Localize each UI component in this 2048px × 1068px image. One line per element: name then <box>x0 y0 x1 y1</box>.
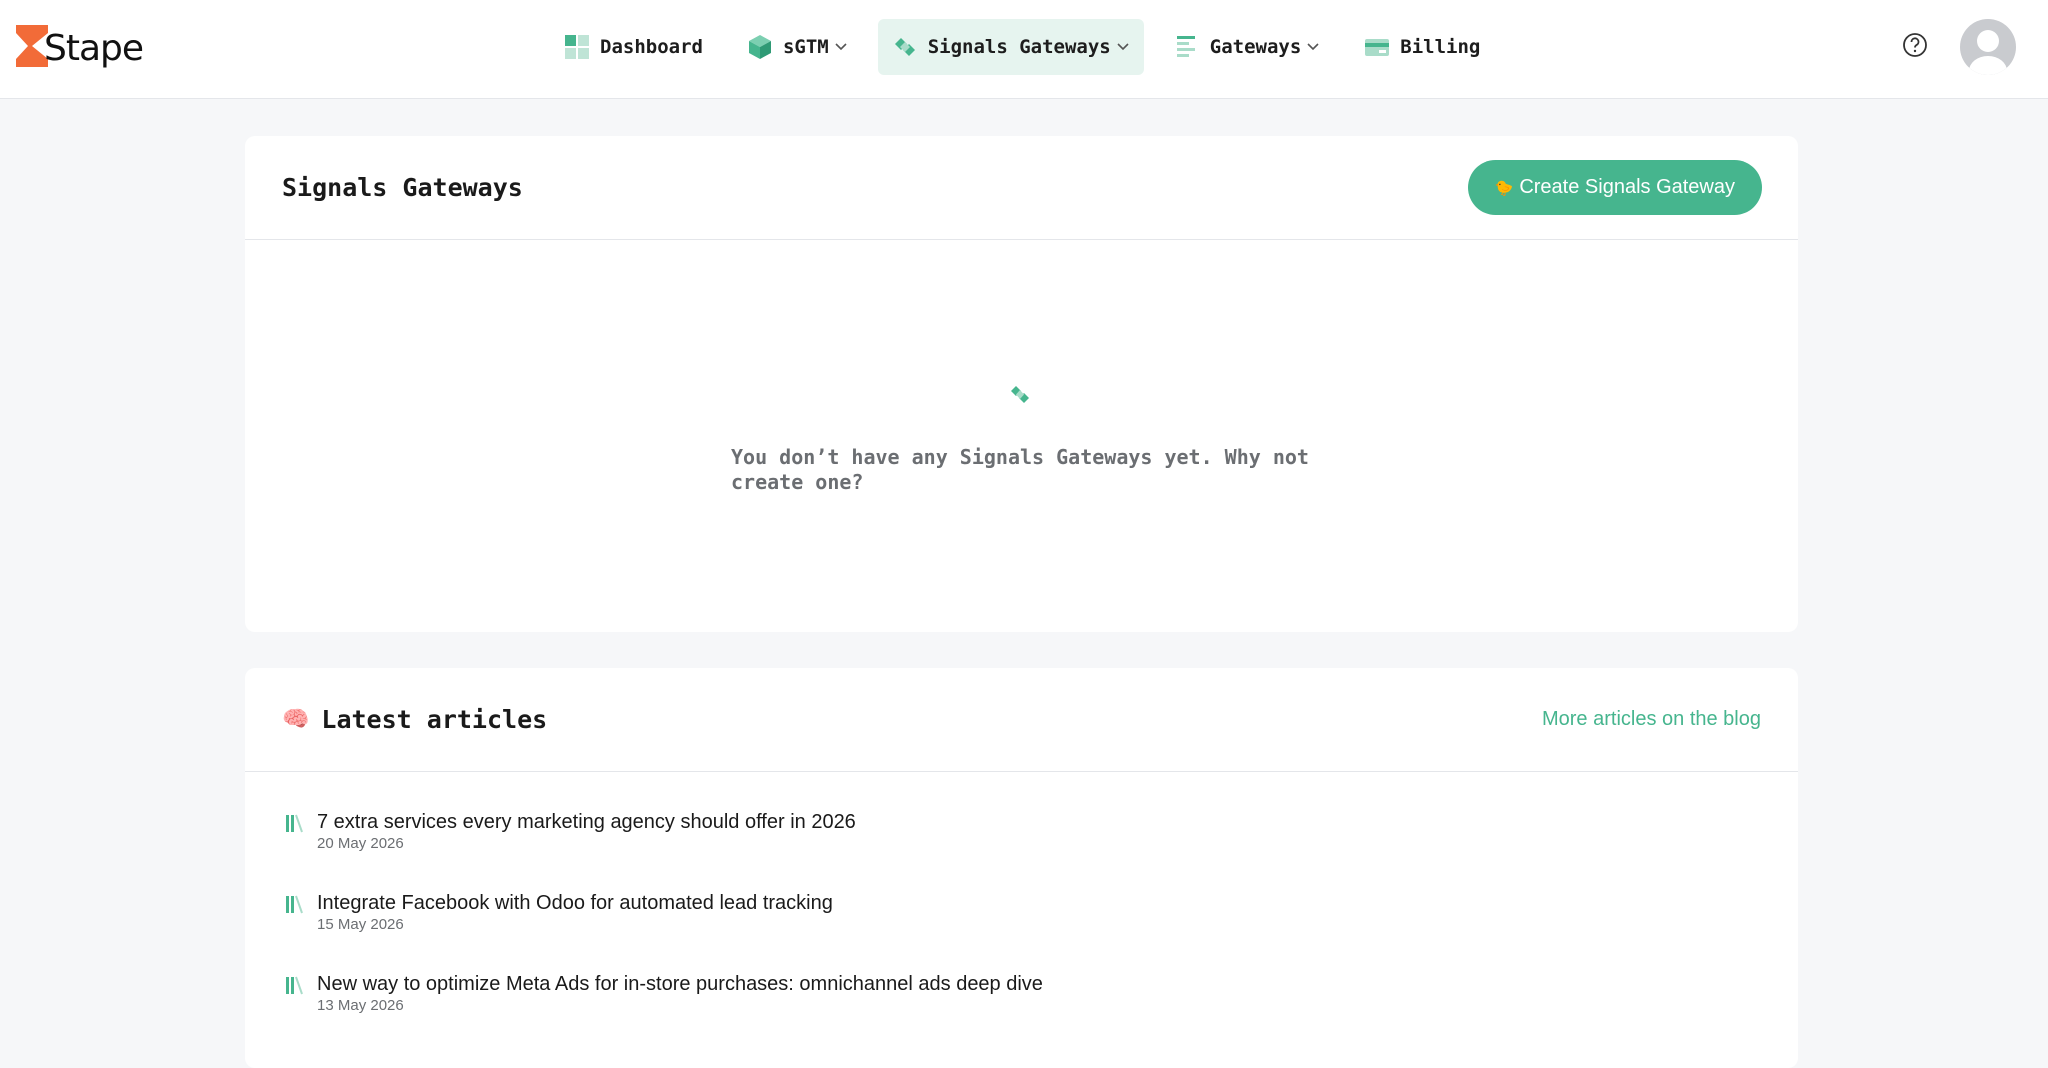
top-navigation-bar: Stape Dashboard sGTM Signals Gateways Ga… <box>0 0 2048 99</box>
nav-item-dashboard[interactable]: Dashboard <box>550 19 717 75</box>
nav-item-label: Dashboard <box>600 36 703 58</box>
article-item[interactable]: 7 extra services every marketing agency … <box>283 810 1683 870</box>
article-item[interactable]: Integrate Facebook with Odoo for automat… <box>283 891 1683 951</box>
signals-gateway-icon <box>892 34 918 60</box>
page-title: Signals Gateways <box>282 173 523 202</box>
user-avatar[interactable] <box>1960 19 2016 75</box>
empty-state-text: You don’t have any Signals Gateways yet.… <box>731 445 1309 494</box>
chevron-down-icon <box>1116 40 1130 54</box>
chick-icon: 🐤 <box>1494 179 1514 197</box>
credit-card-icon <box>1364 34 1390 60</box>
nav-item-label: Gateways <box>1209 36 1302 58</box>
articles-header: 🧠 Latest articles More articles on the b… <box>245 668 1798 772</box>
gateways-icon <box>1174 34 1200 60</box>
library-icon <box>283 975 305 997</box>
chevron-down-icon <box>834 40 848 54</box>
more-articles-link[interactable]: More articles on the blog <box>1542 708 1761 731</box>
question-circle-icon <box>1902 32 1928 63</box>
article-item[interactable]: New way to optimize Meta Ads for in-stor… <box>283 972 1683 1032</box>
nav-item-label: Signals Gateways <box>927 36 1111 58</box>
article-text: 7 extra services every marketing agency … <box>317 810 856 870</box>
signals-gateways-card: Signals Gateways 🐤 Create Signals Gatewa… <box>245 136 1798 632</box>
article-date: 20 May 2026 <box>317 835 404 852</box>
create-signals-gateway-button[interactable]: 🐤 Create Signals Gateway <box>1467 160 1762 215</box>
create-button-label: Create Signals Gateway <box>1519 176 1735 198</box>
user-avatar-icon <box>1960 30 2016 75</box>
article-date: 13 May 2026 <box>317 997 404 1014</box>
logo-text: Stape <box>44 27 144 69</box>
nav-item-signals-gateways[interactable]: Signals Gateways <box>877 19 1144 75</box>
article-text: New way to optimize Meta Ads for in-stor… <box>317 972 1043 1032</box>
articles-title-text: Latest articles <box>321 705 548 734</box>
articles-title: 🧠 Latest articles <box>282 705 547 734</box>
card-header: Signals Gateways 🐤 Create Signals Gatewa… <box>245 136 1798 240</box>
library-icon <box>283 894 305 916</box>
brain-icon: 🧠 <box>282 707 310 732</box>
stape-logo[interactable]: Stape <box>16 24 144 69</box>
article-text: Integrate Facebook with Odoo for automat… <box>317 891 833 951</box>
signals-gateway-icon <box>1008 383 1032 407</box>
article-title: Integrate Facebook with Odoo for automat… <box>317 892 833 914</box>
nav-item-label: Billing <box>1400 36 1481 58</box>
article-date: 15 May 2026 <box>317 916 404 933</box>
cube-icon <box>747 34 773 60</box>
library-icon <box>283 813 305 835</box>
nav-item-gateways[interactable]: Gateways <box>1160 19 1335 75</box>
article-title: New way to optimize Meta Ads for in-stor… <box>317 973 1043 995</box>
help-button[interactable] <box>1902 32 1928 63</box>
article-title: 7 extra services every marketing agency … <box>317 811 856 833</box>
nav-item-label: sGTM <box>782 36 829 58</box>
latest-articles-card: 🧠 Latest articles More articles on the b… <box>245 668 1798 1068</box>
dashboard-icon <box>564 34 590 60</box>
chevron-down-icon <box>1306 40 1320 54</box>
nav-item-billing[interactable]: Billing <box>1350 19 1494 75</box>
nav-item-sgtm[interactable]: sGTM <box>733 19 862 75</box>
main-nav: Dashboard sGTM Signals Gateways Gateways… <box>550 19 1510 75</box>
